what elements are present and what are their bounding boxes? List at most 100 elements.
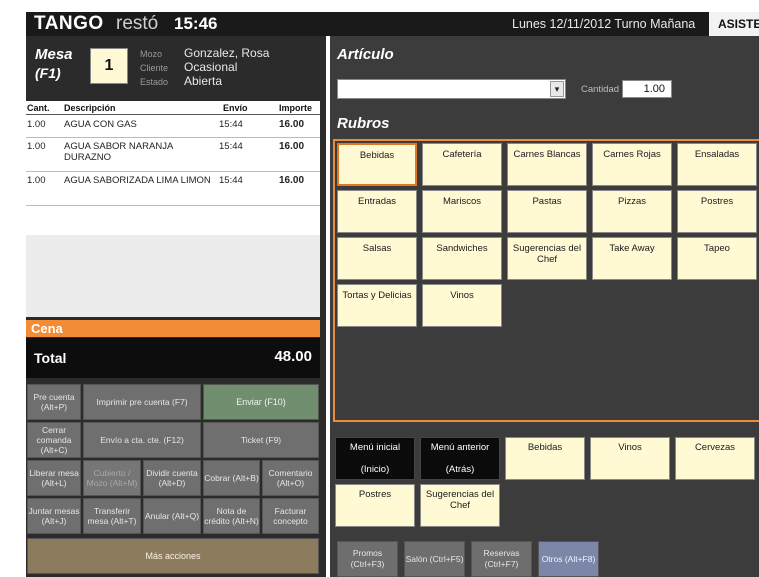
total-label: Total [34,350,67,366]
rubro-tile[interactable]: Pizzas [592,190,672,233]
mesa-label: Mesa [35,46,73,63]
estado-label: Estado [140,77,169,87]
quick-item-tile[interactable]: Bebidas [505,437,585,480]
chevron-down-icon[interactable]: ▾ [550,81,564,97]
rubros-title: Rubros [337,115,390,132]
total-value: 48.00 [274,348,312,365]
total-bar: Total 48.00 [26,338,320,378]
date-shift: Lunes 12/11/2012 Turno Mañana [512,17,696,31]
mozo-value: Gonzalez, Rosa [184,46,270,60]
rubro-tile[interactable]: Tortas y Delicias [337,284,417,327]
col-descripcion: Descripción [64,103,116,113]
rubro-tile[interactable]: Take Away [592,237,672,280]
rubros-grid: Bebidas Cafetería Carnes Blancas Carnes … [333,139,759,422]
catalog-panel: Artículo ▾ Cantidad 1.00 Rubros Bebidas … [330,36,759,577]
order-panel: Mesa (F1) 1 Mozo Gonzalez, Rosa Cliente … [26,36,326,577]
rubro-tile[interactable]: Carnes Rojas [592,143,672,186]
quick-item-tile[interactable]: Cervezas [675,437,755,480]
order-row[interactable]: 1.00 AGUA SABORIZADA LIMA LIMON 15:44 16… [26,172,320,206]
order-row[interactable]: 1.00 AGUA CON GAS 15:44 16.00 [26,116,320,138]
rubro-tile[interactable]: Ensaladas [677,143,757,186]
service-label: Cena [26,320,320,337]
cliente-value: Ocasional [184,60,238,74]
rubro-tile[interactable]: Salsas [337,237,417,280]
quick-item-tile[interactable]: Vinos [590,437,670,480]
app-logo-sub: restó [116,13,159,34]
promos-button[interactable]: Promos (Ctrl+F3) [337,541,398,577]
cliente-label: Cliente [140,63,169,73]
menu-navigation: Menú inicial (Inicio) Menú anterior (Atr… [330,431,759,534]
order-importe: 16.00 [279,119,305,130]
order-empty-area [26,235,320,317]
order-desc: AGUA SABOR NARANJA DURAZNO [64,141,173,163]
mas-acciones-button[interactable]: Más acciones [27,538,319,574]
rubro-tile[interactable]: Entradas [337,190,417,233]
transferir-mesa-button[interactable]: Transferir mesa (Alt+T) [83,498,141,534]
order-qty: 1.00 [27,141,46,152]
nota-credito-button[interactable]: Nota de crédito (Alt+N) [203,498,260,534]
mozo-label: Mozo [140,49,163,59]
rubro-tile[interactable]: Tapeo [677,237,757,280]
rubro-tile[interactable]: Postres [677,190,757,233]
menu-anterior-button[interactable]: Menú anterior (Atrás) [420,437,500,480]
order-importe: 16.00 [279,175,305,186]
rubro-tile[interactable]: Carnes Blancas [507,143,587,186]
order-importe: 16.00 [279,141,305,152]
articulo-select[interactable]: ▾ [337,79,566,99]
col-cantidad: Cant. [27,103,50,113]
menu-inicial-label: Menú inicial [349,442,401,453]
col-importe: Importe [279,103,313,113]
rubro-tile[interactable]: Mariscos [422,190,502,233]
otros-button[interactable]: Otros (Alt+F8) [538,541,599,577]
col-envio: Envío [223,103,248,113]
comentario-button[interactable]: Comentario (Alt+O) [262,460,319,496]
liberar-mesa-button[interactable]: Liberar mesa (Alt+L) [27,460,81,496]
juntar-mesas-button[interactable]: Juntar mesas (Alt+J) [27,498,81,534]
order-desc: AGUA SABORIZADA LIMA LIMON [64,175,211,186]
order-envio: 15:44 [219,175,243,186]
order-table-header: Cant. Descripción Envío Importe [26,101,320,115]
cantidad-label: Cantidad [581,84,620,95]
enviar-button[interactable]: Enviar (F10) [203,384,319,420]
cobrar-button[interactable]: Cobrar (Alt+B) [203,460,260,496]
order-row[interactable]: 1.00 AGUA SABOR NARANJA DURAZNO 15:44 16… [26,138,320,172]
dividir-cuenta-button[interactable]: Dividir cuenta (Alt+D) [143,460,201,496]
mesa-number-field[interactable]: 1 [90,48,128,84]
rubro-tile[interactable]: Vinos [422,284,502,327]
rubro-tile[interactable]: Sandwiches [422,237,502,280]
order-envio: 15:44 [219,141,243,152]
order-desc: AGUA CON GAS [64,119,137,130]
cerrar-comanda-button[interactable]: Cerrar comanda (Alt+C) [27,422,81,458]
quick-item-tile[interactable]: Sugerencias del Chef [420,484,500,527]
app-logo: TANGO [34,13,104,34]
cubierto-mozo-button[interactable]: Cubierto / Mozo (Alt+M) [83,460,141,496]
mesa-shortcut: (F1) [35,65,61,81]
asistencia-button[interactable]: ASISTENCI [709,12,759,36]
order-envio: 15:44 [219,119,243,130]
rubro-tile[interactable]: Cafetería [422,143,502,186]
cantidad-input[interactable]: 1.00 [622,80,672,98]
tango-resto-window: TANGO restó 15:46 Lunes 12/11/2012 Turno… [0,0,759,577]
quick-item-tile[interactable]: Postres [335,484,415,527]
rubro-tile[interactable]: Sugerencias del Chef [507,237,587,280]
order-qty: 1.00 [27,175,46,186]
order-table: Cant. Descripción Envío Importe 1.00 AGU… [26,101,320,317]
menu-anterior-shortcut: (Atrás) [445,464,475,475]
reservas-button[interactable]: Reservas (Ctrl+F7) [471,541,532,577]
ticket-button[interactable]: Ticket (F9) [203,422,319,458]
estado-value: Abierta [184,74,223,88]
menu-inicial-button[interactable]: Menú inicial (Inicio) [335,437,415,480]
rubro-tile[interactable]: Pastas [507,190,587,233]
facturar-concepto-button[interactable]: Facturar concepto [262,498,319,534]
clock: 15:46 [174,14,218,33]
articulo-title: Artículo [337,46,394,63]
envio-cta-cte-button[interactable]: Envío a cta. cte. (F12) [83,422,201,458]
salon-button[interactable]: Salón (Ctrl+F5) [404,541,465,577]
order-qty: 1.00 [27,119,46,130]
pre-cuenta-button[interactable]: Pre cuenta (Alt+P) [27,384,81,420]
anular-button[interactable]: Anular (Alt+Q) [143,498,201,534]
imprimir-pre-cuenta-button[interactable]: Imprimir pre cuenta (F7) [83,384,201,420]
menu-anterior-label: Menú anterior [430,442,490,453]
top-bar: TANGO restó 15:46 Lunes 12/11/2012 Turno… [26,12,759,36]
rubro-tile[interactable]: Bebidas [337,143,417,186]
